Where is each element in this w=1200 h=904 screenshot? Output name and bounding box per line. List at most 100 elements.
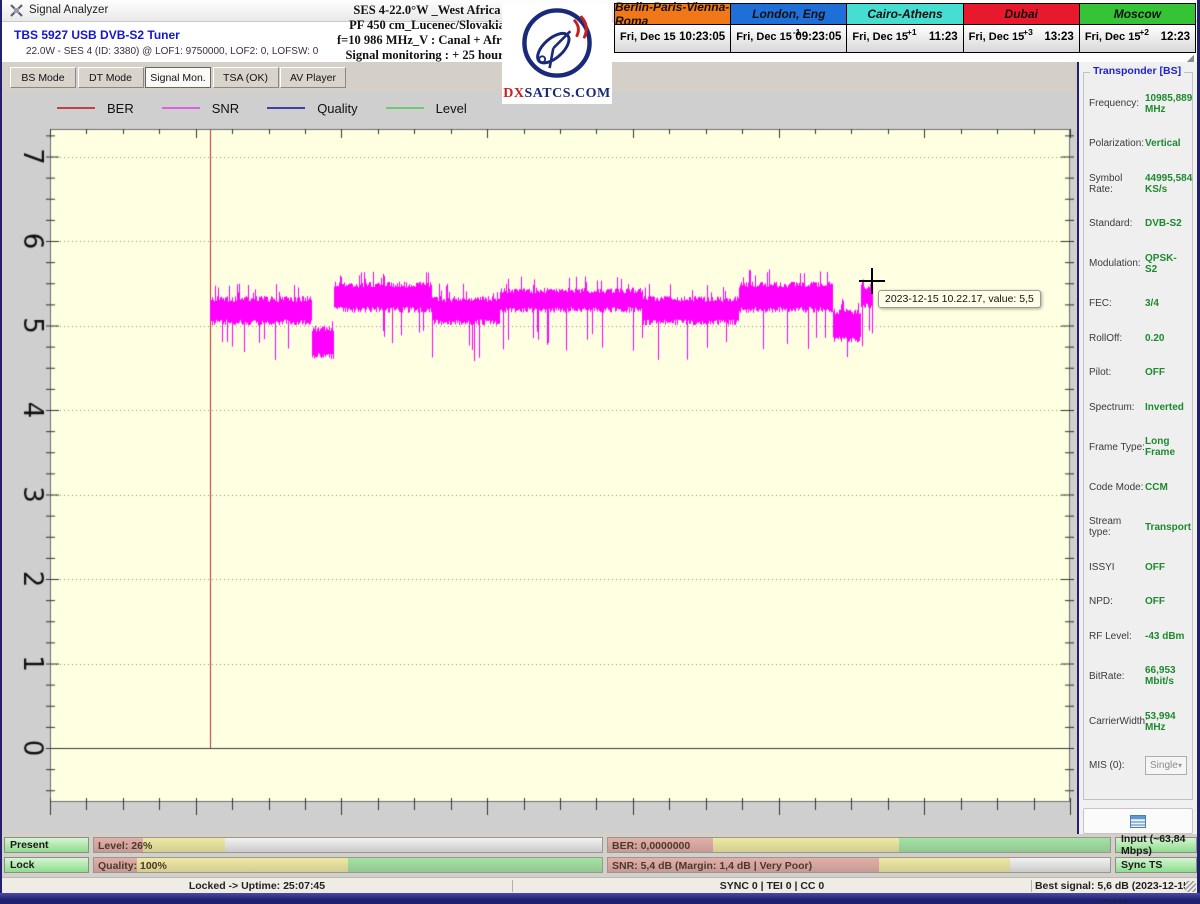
clock-3: DubaiFri, Dec 15+313:23 (964, 4, 1080, 52)
resize-grip[interactable] (1185, 881, 1196, 892)
transponder-label: Modulation: (1089, 258, 1145, 269)
signal-chart-panel: BER SNR Quality Level (5, 92, 1074, 833)
clock-date: Fri, Dec 15 (1085, 31, 1141, 43)
transponder-label: Polarization: (1089, 138, 1145, 149)
monitoring-info-line: Signal monitoring : + 25 hours (332, 48, 522, 63)
status-bar: Locked -> Uptime: 25:07:45 SYNC 0 | TEI … (2, 877, 1197, 893)
stream-list-button[interactable] (1083, 808, 1193, 834)
transponder-row: Code Mode:CCM (1084, 482, 1192, 493)
legend-swatch (57, 107, 95, 109)
mis-value: Single (1150, 760, 1178, 771)
transponder-row: FEC:3/4 (1084, 298, 1192, 309)
clock-time: 13:23 (1044, 31, 1073, 43)
transponder-value: 66,953 Mbit/s (1145, 665, 1187, 687)
clock-date: Fri, Dec 15 (620, 31, 676, 43)
clock-utc-offset: +1 (907, 27, 917, 37)
legend-label: SNR (212, 101, 239, 116)
legend-label: Level (436, 101, 467, 116)
chart-tooltip: 2023-12-15 10.22.17, value: 5,5 (878, 290, 1041, 308)
monitoring-info-line: SES 4-22.0°W _West Africa (332, 3, 522, 18)
signal-status-rows: Present Level: 26% BER: 0,0000000 Input … (2, 834, 1197, 877)
clock-city: Moscow (1080, 4, 1195, 25)
transponder-label: NPD: (1089, 596, 1145, 607)
legend-label: Quality (317, 101, 357, 116)
transponder-row: CarrierWidth:53,994 MHz (1084, 711, 1192, 733)
clock-time: 09:23:05 (795, 31, 841, 43)
snr-bar-text: SNR: 5,4 dB (Margin: 1,4 dB | Very Poor) (612, 860, 812, 872)
groupbox-title: Transponder [BS] (1090, 65, 1184, 77)
transponder-label: Stream type: (1089, 516, 1145, 538)
header: TBS 5927 USB DVB-S2 Tuner 22.0W - SES 4 … (2, 22, 1197, 62)
transponder-row: Polarization:Vertical (1084, 138, 1192, 149)
transponder-value: 44995,584 KS/s (1145, 173, 1192, 195)
bar-segment (143, 838, 225, 852)
clock-4: Moscow Fri, Dec 15+2 12:23 (1080, 4, 1195, 52)
transponder-row: Symbol Rate:44995,584 KS/s (1084, 173, 1192, 195)
tab-signal-mon[interactable]: Signal Mon. (145, 67, 211, 88)
transponder-value: Long Frame (1145, 436, 1187, 458)
transponder-label: ISSYI (1089, 562, 1145, 573)
clock-time: 11:23 (929, 31, 958, 43)
mis-dropdown[interactable]: Single▾ (1145, 756, 1187, 775)
transponder-value: 0.20 (1145, 333, 1164, 344)
transponder-value: CCM (1145, 482, 1168, 493)
clock-body: Fri, Dec 15+313:23 (964, 25, 1079, 52)
window-bottom-border (0, 893, 1200, 900)
clock-body: Fri, Dec 15+1 11:23 (847, 25, 962, 52)
transponder-value: QPSK-S2 (1145, 253, 1187, 275)
quality-bar-text: Quality: 100% (98, 860, 167, 872)
transponder-label: FEC: (1089, 298, 1145, 309)
uptime-status: Locked -> Uptime: 25:07:45 (2, 880, 512, 892)
level-bar-text: Level: 26% (98, 840, 152, 852)
bar-segment (713, 838, 899, 852)
transponder-value: Vertical (1145, 138, 1181, 149)
mis-label: MIS (0): (1089, 760, 1145, 771)
logo-text: DXSATCS.COM (502, 86, 612, 102)
clock-city: Berlin-Paris-Vienna-Roma (615, 4, 730, 25)
clock-utc-offset: +2 (1139, 27, 1149, 37)
transponder-value: OFF (1145, 596, 1165, 607)
chart-legend: BER SNR Quality Level (57, 96, 467, 120)
transponder-value: OFF (1145, 367, 1165, 378)
sync-status: SYNC 0 | TEI 0 | CC 0 (512, 880, 1032, 892)
transponder-label: Standard: (1089, 218, 1145, 229)
transponder-value: 10985,889 MHz (1145, 93, 1192, 115)
satellite-dish-icon (520, 5, 594, 81)
bar-segment (348, 858, 602, 872)
transponder-label: Symbol Rate: (1089, 173, 1145, 195)
transponder-value: DVB-S2 (1145, 218, 1182, 229)
transponder-row: Standard:DVB-S2 (1084, 218, 1192, 229)
ber-bar: BER: 0,0000000 (607, 837, 1111, 853)
transponder-value: 53,994 MHz (1145, 711, 1187, 733)
level-bar: Level: 26% (93, 837, 603, 853)
legend-item-quality: Quality (267, 101, 357, 116)
bar-segment (137, 858, 348, 872)
legend-swatch (162, 107, 200, 109)
transponder-value: Inverted (1145, 402, 1184, 413)
tab-av-player[interactable]: AV Player (280, 67, 346, 88)
legend-label: BER (107, 101, 134, 116)
clock-2: Cairo-AthensFri, Dec 15+111:23 (847, 4, 963, 52)
tab-tsa-ok[interactable]: TSA (OK) (213, 67, 279, 88)
sync-ts-badge: Sync TS (1115, 857, 1197, 873)
transponder-row: BitRate:66,953 Mbit/s (1084, 665, 1192, 687)
clock-date: Fri, Dec 15 (852, 31, 908, 43)
transponder-value: Transport (1145, 522, 1191, 533)
transponder-label: Pilot: (1089, 367, 1145, 378)
transponder-row: ISSYIOFF (1084, 562, 1192, 573)
clock-body: Fri, Dec 1510:23:05 (615, 25, 730, 52)
tab-bs-mode[interactable]: BS Mode (10, 67, 76, 88)
transponder-row: Stream type:Transport (1084, 516, 1192, 538)
window-title: Signal Analyzer (29, 4, 108, 16)
clock-time: 12:23 (1161, 31, 1190, 43)
transponder-value: -43 dBm (1145, 631, 1184, 642)
transponder-label: Spectrum: (1089, 402, 1145, 413)
clock-1: London, EngFri, Dec 15-109:23:05 (731, 4, 847, 52)
monitoring-info-line: PF 450 cm_Lucenec/Slovakia (332, 18, 522, 33)
tuner-title: TBS 5927 USB DVB-S2 Tuner (14, 28, 180, 42)
tab-dt-mode[interactable]: DT Mode (78, 67, 144, 88)
transponder-label: Frequency: (1089, 98, 1145, 109)
bar-segment (899, 838, 1110, 852)
transponder-row: Frequency:10985,889 MHz (1084, 93, 1192, 115)
snr-chart[interactable] (5, 122, 1074, 833)
